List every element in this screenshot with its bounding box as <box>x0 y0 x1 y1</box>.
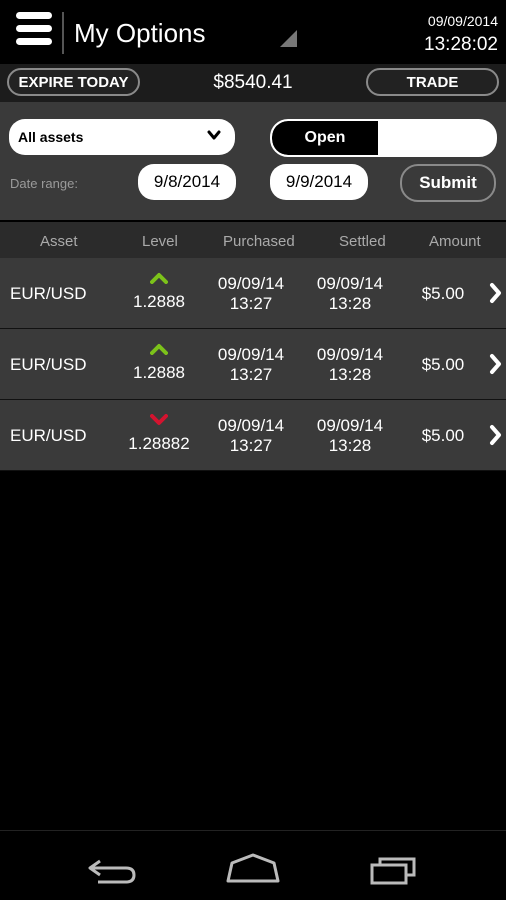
table-row[interactable]: EUR/USD 1.2888 09/09/14 13:27 09/09/14 1… <box>0 329 506 400</box>
header-date: 09/09/2014 <box>427 13 498 29</box>
header-time: 13:28:02 <box>424 34 498 55</box>
row-level: 1.28882 <box>128 434 190 453</box>
row-purchased-date: 09/09/14 <box>217 274 285 293</box>
row-purchased: 09/09/14 13:27 <box>208 416 294 456</box>
row-asset: EUR/USD <box>10 355 87 374</box>
column-header-level: Level <box>142 233 178 250</box>
column-header-amount: Amount <box>429 233 481 250</box>
column-header-purchased: Purchased <box>223 233 295 250</box>
row-level: 1.2888 <box>133 292 185 311</box>
row-settled-time: 13:28 <box>328 436 372 455</box>
row-purchased-time: 13:27 <box>229 294 273 313</box>
options-list: EUR/USD 1.2888 09/09/14 13:27 09/09/14 1… <box>0 258 506 471</box>
date-range-label: Date range: <box>10 176 78 191</box>
system-nav-bar <box>0 830 506 900</box>
row-purchased: 09/09/14 13:27 <box>208 274 294 314</box>
column-header-asset: Asset <box>40 233 78 250</box>
date-to-input[interactable]: 9/9/2014 <box>270 164 368 200</box>
row-asset: EUR/USD <box>10 426 87 445</box>
table-row[interactable]: EUR/USD 1.28882 09/09/14 13:27 09/09/14 … <box>0 400 506 471</box>
table-row[interactable]: EUR/USD 1.2888 09/09/14 13:27 09/09/14 1… <box>0 258 506 329</box>
asset-select[interactable]: All assets <box>9 119 235 155</box>
hamburger-icon[interactable] <box>16 12 52 46</box>
table-header: Asset Level Purchased Settled Amount <box>0 222 506 258</box>
chevron-down-icon <box>150 414 168 425</box>
submit-button[interactable]: Submit <box>400 164 496 202</box>
filter-panel: All assets Open Date range: 9/8/2014 9/9… <box>0 102 506 220</box>
chevron-right-icon[interactable] <box>488 282 502 304</box>
chevron-up-icon <box>150 344 168 355</box>
balance-bar: EXPIRE TODAY $8540.41 TRADE <box>0 64 506 102</box>
asset-select-value: All assets <box>18 129 84 145</box>
action-bar: My Options 09/09/2014 13:28:02 <box>0 0 506 64</box>
row-purchased-time: 13:27 <box>229 436 273 455</box>
trade-button[interactable]: TRADE <box>366 68 499 96</box>
row-settled: 09/09/14 13:28 <box>307 416 393 456</box>
row-purchased-date: 09/09/14 <box>217 416 285 435</box>
back-icon[interactable] <box>86 855 140 885</box>
row-settled-date: 09/09/14 <box>316 416 384 435</box>
page-title: My Options <box>74 18 206 48</box>
chevron-right-icon[interactable] <box>488 353 502 375</box>
recents-icon[interactable] <box>368 853 422 885</box>
chevron-down-icon <box>207 130 221 140</box>
row-purchased: 09/09/14 13:27 <box>208 345 294 385</box>
chevron-right-icon[interactable] <box>488 424 502 446</box>
row-settled: 09/09/14 13:28 <box>307 345 393 385</box>
date-from-input[interactable]: 9/8/2014 <box>138 164 236 200</box>
row-amount: $5.00 <box>421 426 465 445</box>
row-settled: 09/09/14 13:28 <box>307 274 393 314</box>
row-amount: $5.00 <box>421 284 465 303</box>
row-purchased-time: 13:27 <box>229 365 273 384</box>
row-settled-time: 13:28 <box>328 294 372 313</box>
row-purchased-date: 09/09/14 <box>217 345 285 364</box>
row-amount: $5.00 <box>421 355 465 374</box>
overflow-indicator-icon <box>280 30 297 47</box>
row-settled-time: 13:28 <box>328 365 372 384</box>
row-level: 1.2888 <box>133 363 185 382</box>
header-divider <box>62 12 64 54</box>
toggle-open-option[interactable]: Open <box>272 121 378 155</box>
column-header-settled: Settled <box>339 233 386 250</box>
open-settled-toggle[interactable]: Open <box>270 119 497 157</box>
row-settled-date: 09/09/14 <box>316 274 384 293</box>
chevron-up-icon <box>150 273 168 284</box>
row-asset: EUR/USD <box>10 284 87 303</box>
row-settled-date: 09/09/14 <box>316 345 384 364</box>
home-icon[interactable] <box>225 853 281 885</box>
